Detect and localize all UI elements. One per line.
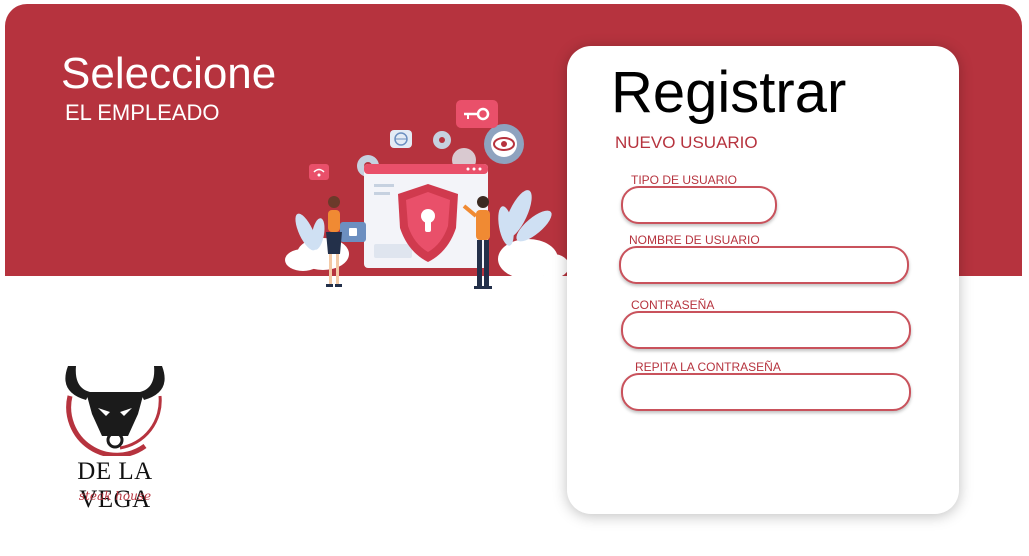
username-field[interactable] xyxy=(619,246,909,284)
register-title: Registrar xyxy=(611,60,847,125)
username-label: NOMBRE DE USUARIO xyxy=(629,233,760,247)
hero-subtitle: EL EMPLEADO xyxy=(65,100,220,125)
wifi-icon xyxy=(309,164,329,180)
security-illustration xyxy=(285,100,568,289)
brand-logo: DE LA VEGA steak house xyxy=(50,356,184,513)
confirm-password-label: REPITA LA CONTRASEÑA xyxy=(635,360,781,374)
bull-logo-icon xyxy=(65,366,165,458)
confirm-password-field[interactable] xyxy=(621,373,911,411)
key-icon xyxy=(456,100,498,128)
user-type-label: TIPO DE USUARIO xyxy=(631,173,738,187)
password-label: CONTRASEÑA xyxy=(631,298,715,312)
person-woman-icon xyxy=(326,196,342,287)
register-card: Registrar NUEVO USUARIO TIPO DE USUARIO … xyxy=(567,46,959,514)
leaves-right-icon xyxy=(498,190,552,246)
lock-icon xyxy=(340,222,366,242)
gear-eye-icon xyxy=(484,124,524,164)
brand-name: DE LA VEGA xyxy=(77,458,153,513)
hero-title: Seleccione xyxy=(61,49,277,98)
globe-icon xyxy=(390,130,412,148)
user-type-field[interactable] xyxy=(621,186,777,224)
password-field[interactable] xyxy=(621,311,911,349)
brand-tagline: steak house xyxy=(78,489,152,503)
register-subtitle: NUEVO USUARIO xyxy=(615,133,758,152)
